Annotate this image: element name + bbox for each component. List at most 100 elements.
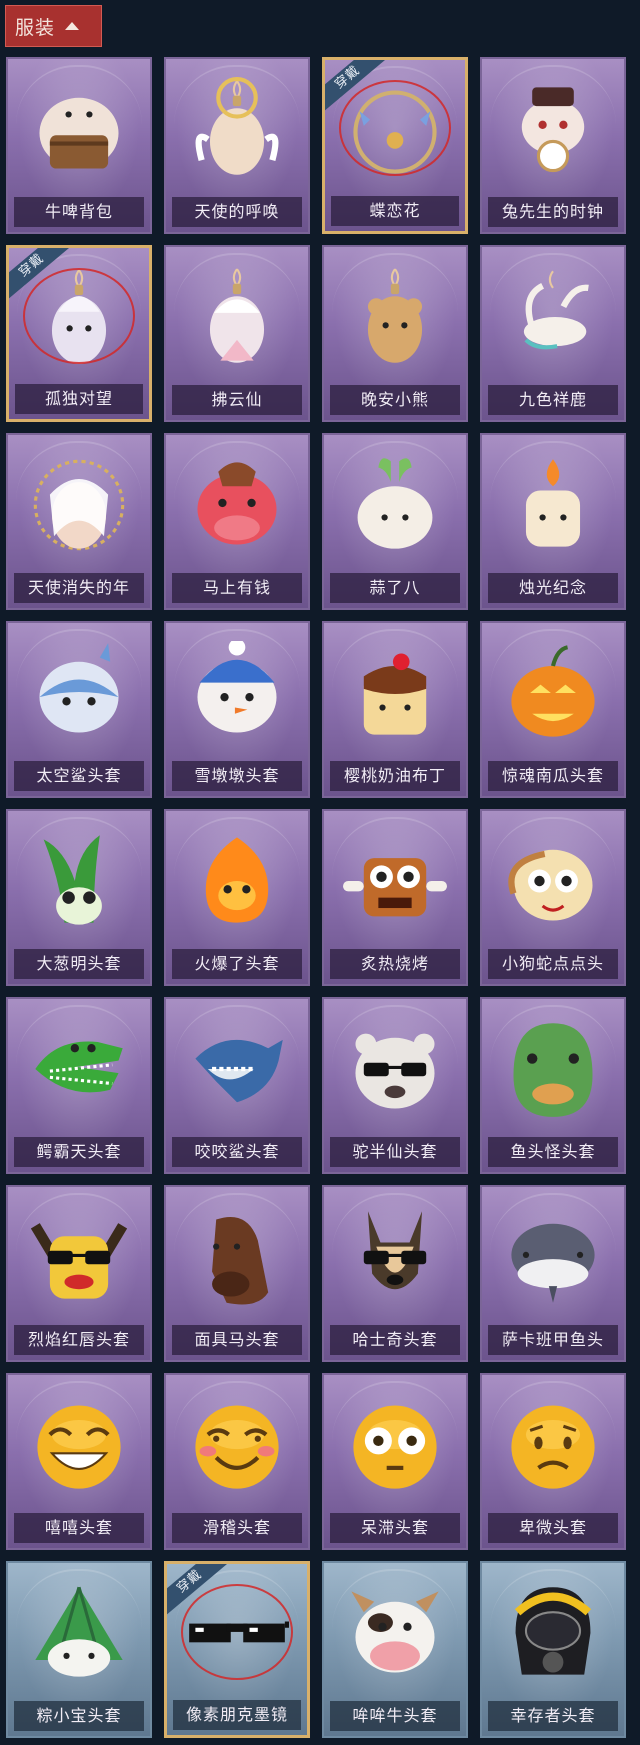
outfit-item-label: 烈焰红唇头套 xyxy=(14,1325,144,1355)
dazed-emoji-head-icon xyxy=(343,1393,447,1501)
fire-head-icon xyxy=(185,829,289,937)
outfit-item[interactable]: 鱼头怪头套 xyxy=(480,997,626,1174)
outfit-item-label: 晚安小熊 xyxy=(330,385,460,415)
husky-sunglasses-head-icon xyxy=(343,1205,447,1313)
outfit-item-label: 兔先生的时钟 xyxy=(488,197,618,227)
outfit-item-label: 滑稽头套 xyxy=(172,1513,302,1543)
outfit-item-label: 天使消失的年 xyxy=(14,573,144,603)
outfit-item-label: 嘻嘻头套 xyxy=(14,1513,144,1543)
outfit-item[interactable]: 天使的呼唤 xyxy=(164,57,310,234)
outfit-item-label: 哈士奇头套 xyxy=(330,1325,460,1355)
equipped-highlight-ring xyxy=(339,80,451,176)
outfit-item-label: 马上有钱 xyxy=(172,573,302,603)
outfit-item[interactable]: 驼半仙头套 xyxy=(322,997,468,1174)
outfit-item[interactable]: 烈焰红唇头套 xyxy=(6,1185,152,1362)
outfit-item-label: 小狗蛇点点头 xyxy=(488,949,618,979)
outfit-item-label: 粽小宝头套 xyxy=(14,1701,144,1731)
alpaca-sunglasses-head-icon xyxy=(343,1017,447,1125)
outfit-item[interactable]: 鳄霸天头套 xyxy=(6,997,152,1174)
outfit-item[interactable]: 牛啤背包 xyxy=(6,57,152,234)
fish-monster-head-icon xyxy=(501,1017,605,1125)
crocodile-head-icon xyxy=(27,1017,131,1125)
outfit-grid: 牛啤背包 天使的呼唤 穿戴 蝶恋花 兔先生的时钟 穿戴 孤独对望 拂云仙 晚安小熊 九色祥… xyxy=(6,57,626,1738)
moo-cow-head-icon xyxy=(343,1581,447,1689)
outfit-item-label: 萨卡班甲鱼头 xyxy=(488,1325,618,1355)
outfit-item[interactable]: 幸存者头套 xyxy=(480,1561,626,1738)
outfit-item-label: 咬咬鲨头套 xyxy=(172,1137,302,1167)
section-title: 服装 xyxy=(15,16,56,39)
outfit-item[interactable]: 雪墩墩头套 xyxy=(164,621,310,798)
outfit-item[interactable]: 炙热烧烤 xyxy=(322,809,468,986)
outfit-item[interactable]: 呆滞头套 xyxy=(322,1373,468,1550)
outfit-item[interactable]: 拂云仙 xyxy=(164,245,310,422)
funny-emoji-head-icon xyxy=(185,1393,289,1501)
outfit-item[interactable]: 天使消失的年 xyxy=(6,433,152,610)
outfit-item[interactable]: 马上有钱 xyxy=(164,433,310,610)
outfit-item-label: 呆滞头套 xyxy=(330,1513,460,1543)
outfit-item[interactable]: 穿戴 孤独对望 xyxy=(6,245,152,422)
outfit-item-label: 太空鲨头套 xyxy=(14,761,144,791)
outfit-item[interactable]: 小狗蛇点点头 xyxy=(480,809,626,986)
sacabambaspis-head-icon xyxy=(501,1205,605,1313)
outfit-item[interactable]: 穿戴 蝶恋花 xyxy=(322,57,468,234)
outfit-item-label: 孤独对望 xyxy=(15,384,143,414)
outfit-item[interactable]: 太空鲨头套 xyxy=(6,621,152,798)
outfit-item[interactable]: 大葱明头套 xyxy=(6,809,152,986)
outfit-item[interactable]: 晚安小熊 xyxy=(322,245,468,422)
outfit-item-label: 大葱明头套 xyxy=(14,949,144,979)
outfit-item-label: 卑微头套 xyxy=(488,1513,618,1543)
outfit-item[interactable]: 萨卡班甲鱼头 xyxy=(480,1185,626,1362)
outfit-item[interactable]: 哈士奇头套 xyxy=(322,1185,468,1362)
red-lips-yellow-head-icon xyxy=(27,1205,131,1313)
cloud-fairy-charm-icon xyxy=(185,265,289,373)
outfit-item[interactable]: 粽小宝头套 xyxy=(6,1561,152,1738)
outfit-item[interactable]: 嘻嘻头套 xyxy=(6,1373,152,1550)
outfit-item[interactable]: 穿戴 像素朋克墨镜 xyxy=(164,1561,310,1738)
outfit-item[interactable]: 咬咬鲨头套 xyxy=(164,997,310,1174)
outfit-item-label: 雪墩墩头套 xyxy=(172,761,302,791)
outfit-item-label: 鱼头怪头套 xyxy=(488,1137,618,1167)
zongzi-head-icon xyxy=(27,1581,131,1689)
gas-mask-helmet-icon xyxy=(501,1581,605,1689)
outfit-item-label: 牛啤背包 xyxy=(14,197,144,227)
outfit-section-toggle[interactable]: 服装 xyxy=(5,5,102,47)
outfit-item[interactable]: 樱桃奶油布丁 xyxy=(322,621,468,798)
outfit-item-label: 火爆了头套 xyxy=(172,949,302,979)
angel-doll-icon xyxy=(185,77,289,185)
candle-head-icon xyxy=(501,453,605,561)
rabbit-clock-icon xyxy=(501,77,605,185)
outfit-item[interactable]: 九色祥鹿 xyxy=(480,245,626,422)
outfit-item-label: 樱桃奶油布丁 xyxy=(330,761,460,791)
outfit-item-label: 烛光纪念 xyxy=(488,573,618,603)
equipped-highlight-ring xyxy=(23,268,135,364)
veiled-angel-head-icon xyxy=(27,453,131,561)
humble-emoji-head-icon xyxy=(501,1393,605,1501)
grinning-emoji-head-icon xyxy=(27,1393,131,1501)
equipped-highlight-ring xyxy=(181,1584,293,1680)
outfit-item-label: 像素朋克墨镜 xyxy=(173,1700,301,1730)
outfit-item-label: 面具马头套 xyxy=(172,1325,302,1355)
pudding-head-icon xyxy=(343,641,447,749)
space-shark-helmet-icon xyxy=(27,641,131,749)
outfit-item-label: 哞哞牛头套 xyxy=(330,1701,460,1731)
outfit-item[interactable]: 惊魂南瓜头套 xyxy=(480,621,626,798)
outfit-item-label: 驼半仙头套 xyxy=(330,1137,460,1167)
outfit-item[interactable]: 哞哞牛头套 xyxy=(322,1561,468,1738)
outfit-item[interactable]: 烛光纪念 xyxy=(480,433,626,610)
scallion-head-icon xyxy=(27,829,131,937)
outfit-item[interactable]: 卑微头套 xyxy=(480,1373,626,1550)
nine-color-deer-charm-icon xyxy=(501,265,605,373)
outfit-item[interactable]: 兔先生的时钟 xyxy=(480,57,626,234)
cow-keg-backpack-icon xyxy=(27,77,131,185)
outfit-item-label: 蒜了八 xyxy=(330,573,460,603)
outfit-item-label: 拂云仙 xyxy=(172,385,302,415)
outfit-item-label: 幸存者头套 xyxy=(488,1701,618,1731)
outfit-item[interactable]: 蒜了八 xyxy=(322,433,468,610)
outfit-item[interactable]: 面具马头套 xyxy=(164,1185,310,1362)
caret-up-icon xyxy=(65,22,80,30)
snowman-helmet-icon xyxy=(185,638,289,749)
outfit-item-label: 鳄霸天头套 xyxy=(14,1137,144,1167)
garlic-head-icon xyxy=(343,453,447,561)
outfit-item[interactable]: 火爆了头套 xyxy=(164,809,310,986)
outfit-item[interactable]: 滑稽头套 xyxy=(164,1373,310,1550)
